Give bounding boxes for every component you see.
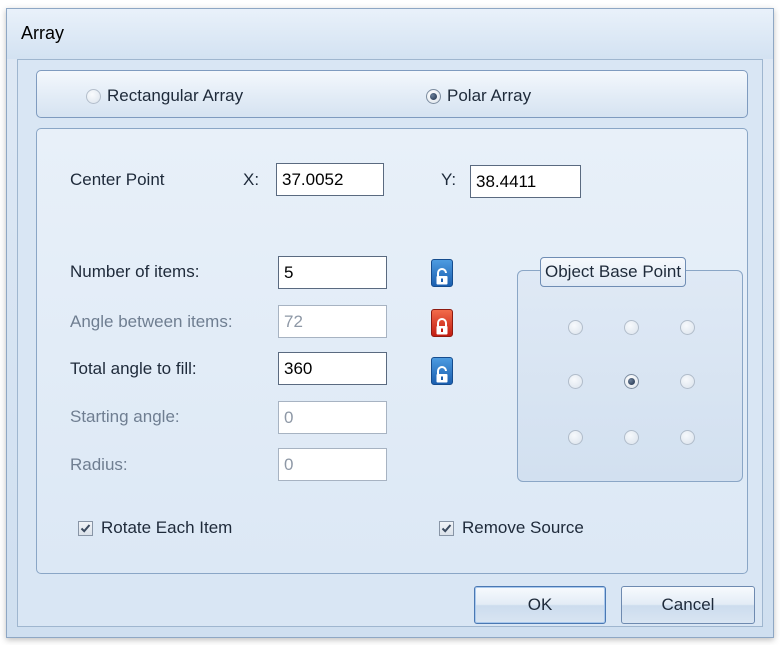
total-angle-to-fill-lock-icon[interactable] xyxy=(431,357,453,385)
polar-array-label: Polar Array xyxy=(447,86,532,105)
center-point-label: Center Point xyxy=(70,170,165,189)
radius-label: Radius: xyxy=(70,455,128,474)
remove-source-label: Remove Source xyxy=(462,518,584,537)
rotate-each-item-option[interactable]: Rotate Each Item xyxy=(78,518,232,538)
center-x-label: X: xyxy=(243,170,260,189)
object-base-point-title: Object Base Point xyxy=(540,257,687,287)
center-x-input[interactable]: 37.0052 xyxy=(276,163,384,196)
number-of-items-label: Number of items: xyxy=(70,262,200,281)
base-point-middle-center-radio[interactable] xyxy=(624,374,639,389)
dialog-title: Array xyxy=(21,23,65,43)
checkmark-icon xyxy=(80,523,91,533)
number-of-items-input[interactable]: 5 xyxy=(278,256,387,289)
rectangular-array-option[interactable]: Rectangular Array xyxy=(86,86,243,106)
base-point-top-center-radio[interactable] xyxy=(624,320,639,335)
angle-between-items-input[interactable]: 72 xyxy=(278,305,387,338)
rotate-each-item-checkbox[interactable] xyxy=(78,520,93,536)
rectangular-array-label: Rectangular Array xyxy=(107,86,244,105)
title-bar[interactable]: Array xyxy=(7,9,773,59)
checkmark-icon xyxy=(441,523,452,533)
base-point-top-left-radio[interactable] xyxy=(568,320,583,335)
base-point-bottom-right-radio[interactable] xyxy=(680,430,695,445)
remove-source-option[interactable]: Remove Source xyxy=(439,518,584,538)
starting-angle-input[interactable]: 0 xyxy=(278,401,387,434)
center-y-label: Y: xyxy=(441,170,457,189)
ok-button[interactable]: OK xyxy=(474,586,606,624)
starting-angle-label: Starting angle: xyxy=(70,407,180,426)
cancel-button[interactable]: Cancel xyxy=(621,586,755,624)
base-point-top-right-radio[interactable] xyxy=(680,320,695,335)
rectangular-array-radio[interactable] xyxy=(86,88,101,104)
total-angle-to-fill-label: Total angle to fill: xyxy=(70,359,197,378)
rotate-each-item-label: Rotate Each Item xyxy=(101,518,233,537)
angle-between-items-lock-icon[interactable] xyxy=(431,309,453,337)
remove-source-checkbox[interactable] xyxy=(439,520,454,536)
number-of-items-lock-icon[interactable] xyxy=(431,259,453,287)
base-point-bottom-left-radio[interactable] xyxy=(568,430,583,445)
polar-array-option[interactable]: Polar Array xyxy=(426,86,531,106)
center-y-input[interactable]: 38.4411 xyxy=(470,165,581,198)
total-angle-to-fill-input[interactable]: 360 xyxy=(278,352,387,385)
polar-array-radio[interactable] xyxy=(426,88,441,104)
angle-between-items-label: Angle between items: xyxy=(70,312,233,331)
base-point-bottom-center-radio[interactable] xyxy=(624,430,639,445)
radius-input[interactable]: 0 xyxy=(278,448,387,481)
base-point-middle-left-radio[interactable] xyxy=(568,374,583,389)
base-point-middle-right-radio[interactable] xyxy=(680,374,695,389)
